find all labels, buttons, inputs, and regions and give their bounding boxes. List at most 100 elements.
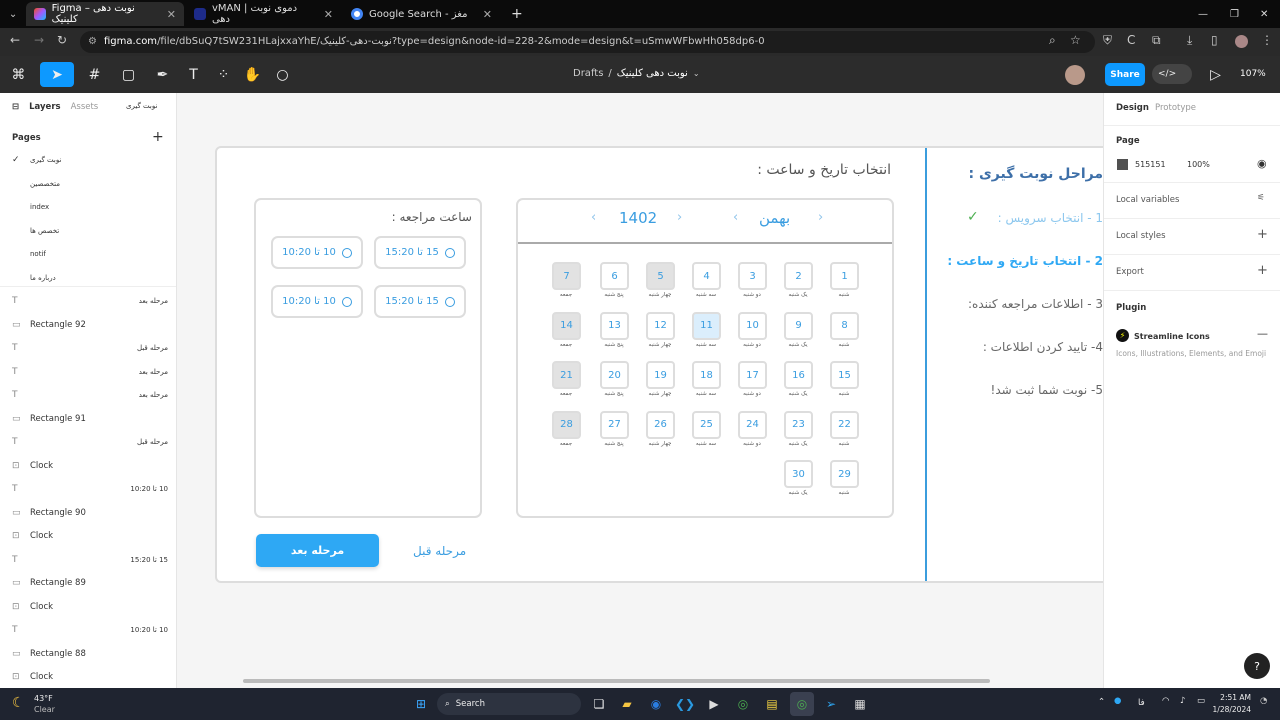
url-field[interactable]: ⚙ figma.com/file/dbSuQ7tSW231HLajxxaYhE/… (80, 31, 1095, 53)
start-icon[interactable]: ⊞ (409, 692, 433, 716)
extension-shield-icon[interactable]: ⛨ (1103, 33, 1112, 48)
extension-c-icon[interactable]: C (1127, 33, 1135, 47)
calendar-day[interactable]: 16 (784, 361, 813, 390)
tab-assets[interactable]: Assets (71, 102, 99, 112)
user-avatar[interactable] (1065, 65, 1085, 85)
layer-row[interactable]: ⊡ Clock (0, 596, 176, 618)
calendar-day[interactable]: 29 (830, 460, 859, 489)
page-color-value[interactable]: 515151 (1135, 160, 1166, 169)
taskbar-search[interactable]: ⌕ Search (437, 693, 581, 715)
calendar-day[interactable]: 7 (552, 262, 581, 290)
calendar-day[interactable]: 10 (738, 311, 767, 340)
present-icon[interactable]: ▷ (1203, 62, 1228, 87)
clock-date[interactable]: 1/28/2024 (1211, 705, 1251, 714)
calendar-day[interactable]: 30 (784, 460, 813, 489)
month-next-icon[interactable]: › (818, 210, 823, 225)
bookmark-star-icon[interactable]: ☆ (1070, 33, 1081, 47)
zoom-icon[interactable]: ⌕ (1049, 33, 1056, 48)
page-item[interactable]: notif (0, 243, 176, 265)
tab-prototype[interactable]: Prototype (1155, 103, 1196, 113)
page-item[interactable]: ✓ نوبت گیری (0, 149, 176, 171)
page-color-swatch[interactable] (1117, 159, 1128, 170)
calendar-day[interactable]: 28 (552, 410, 581, 439)
notification-icon[interactable]: ◔ (1260, 696, 1267, 706)
prev-step-button[interactable]: مرحله قبل (413, 544, 466, 558)
drafts-link[interactable]: Drafts (573, 68, 603, 79)
battery-icon[interactable]: ▭ (1197, 696, 1205, 706)
layer-row[interactable]: T 10 تا 10:20 (0, 478, 176, 500)
calendar-day[interactable]: 20 (600, 361, 629, 390)
layer-row[interactable]: T مرحله قبل (0, 431, 176, 453)
next-step-button[interactable]: مرحله بعد (256, 534, 379, 567)
calendar-day[interactable]: 24 (738, 410, 767, 439)
vscode-icon[interactable]: ❮❯ (673, 692, 697, 716)
layer-row[interactable]: T مرحله بعد (0, 290, 176, 312)
text-tool-icon[interactable]: T (181, 62, 206, 87)
app-icon[interactable]: ◉ (644, 692, 668, 716)
dev-mode-toggle[interactable]: </> (1152, 64, 1192, 84)
layer-row[interactable]: ⊡ Clock (0, 525, 176, 547)
page-opacity-value[interactable]: 100% (1187, 160, 1210, 169)
reload-icon[interactable]: ↻ (57, 33, 67, 47)
calendar-day[interactable]: 18 (692, 361, 721, 390)
move-tool-icon[interactable]: ➤ (40, 62, 74, 87)
page-item[interactable]: متخصصین (0, 173, 176, 195)
extensions-puzzle-icon[interactable]: ⧉ (1152, 33, 1161, 48)
share-button[interactable]: Share (1105, 63, 1145, 86)
tray-app-icon[interactable]: ● (1114, 696, 1121, 706)
profile-avatar[interactable] (1235, 35, 1248, 48)
layer-row[interactable]: ▭ Rectangle 88 (0, 643, 176, 665)
browser-tab-vman[interactable]: vMAN | دموی نوبت دهی ✕ (186, 2, 341, 26)
task-view-icon[interactable]: ❏ (587, 692, 611, 716)
close-tab-icon[interactable]: ✕ (324, 8, 333, 21)
close-tab-icon[interactable]: ✕ (167, 8, 176, 21)
pen-tool-icon[interactable]: ✒ (150, 62, 175, 87)
layer-row[interactable]: T 10 تا 10:20 (0, 619, 176, 641)
local-variables[interactable]: Local variables (1116, 195, 1179, 205)
hand-tool-icon[interactable]: ✋ (240, 62, 265, 87)
time-slot[interactable]: 15 تا 15:20 (374, 285, 466, 318)
calculator-icon[interactable]: ▦ (848, 692, 872, 716)
calendar-day[interactable]: 6 (600, 262, 629, 290)
wifi-icon[interactable]: ◠ (1162, 696, 1169, 706)
calendar-day[interactable]: 11 (692, 311, 721, 340)
weather-temp[interactable]: 43°F (34, 694, 53, 703)
file-breadcrumb[interactable]: Drafts / نوبت دهی کلینیک ⌄ (573, 68, 700, 79)
time-slot[interactable]: 10 تا 10:20 (271, 236, 363, 269)
comment-tool-icon[interactable]: ○ (270, 62, 295, 87)
layer-row[interactable]: ⊡ Clock (0, 666, 176, 688)
year-next-icon[interactable]: › (677, 210, 682, 225)
plugin-name[interactable]: Streamline Icons (1134, 332, 1210, 341)
zoom-level[interactable]: 107% (1240, 69, 1266, 79)
browser-menu-icon[interactable]: ⋮ (1261, 33, 1273, 47)
calendar-day[interactable]: 9 (784, 311, 813, 340)
calendar-day[interactable]: 17 (738, 361, 767, 390)
tab-search-button[interactable]: ⌄ (2, 2, 24, 26)
frame-tool-icon[interactable]: # (82, 62, 107, 87)
layer-row[interactable]: T مرحله بعد (0, 361, 176, 383)
tab-layers[interactable]: Layers (29, 102, 60, 112)
calendar-day[interactable]: 27 (600, 410, 629, 439)
calendar-day[interactable]: 13 (600, 311, 629, 340)
chrome-active-icon[interactable]: ◎ (790, 692, 814, 716)
add-page-icon[interactable]: + (152, 129, 164, 145)
telegram-icon[interactable]: ➢ (819, 692, 843, 716)
tray-chevron-icon[interactable]: ⌃ (1098, 697, 1105, 707)
local-styles[interactable]: Local styles (1116, 231, 1166, 241)
chevron-down-icon[interactable]: ⌄ (693, 69, 700, 78)
media-player-icon[interactable]: ▶ (702, 692, 726, 716)
shape-tool-icon[interactable]: ▢ (116, 62, 141, 87)
maximize-icon[interactable]: ❐ (1222, 2, 1247, 26)
calendar-day[interactable]: 2 (784, 262, 813, 290)
visibility-eye-icon[interactable]: ◉ (1257, 157, 1267, 170)
add-export-icon[interactable]: + (1257, 263, 1268, 278)
calendar-day[interactable]: 3 (738, 262, 767, 290)
layer-row[interactable]: ▭ Rectangle 92 (0, 314, 176, 336)
layer-row[interactable]: T 15 تا 15:20 (0, 549, 176, 571)
site-info-icon[interactable]: ⚙ (88, 31, 97, 53)
close-window-icon[interactable]: ✕ (1252, 2, 1276, 26)
calendar-day[interactable]: 14 (552, 311, 581, 340)
file-explorer-icon[interactable]: ▰ (615, 692, 639, 716)
calendar-day[interactable]: 26 (646, 410, 675, 439)
export-section[interactable]: Export (1116, 267, 1144, 277)
